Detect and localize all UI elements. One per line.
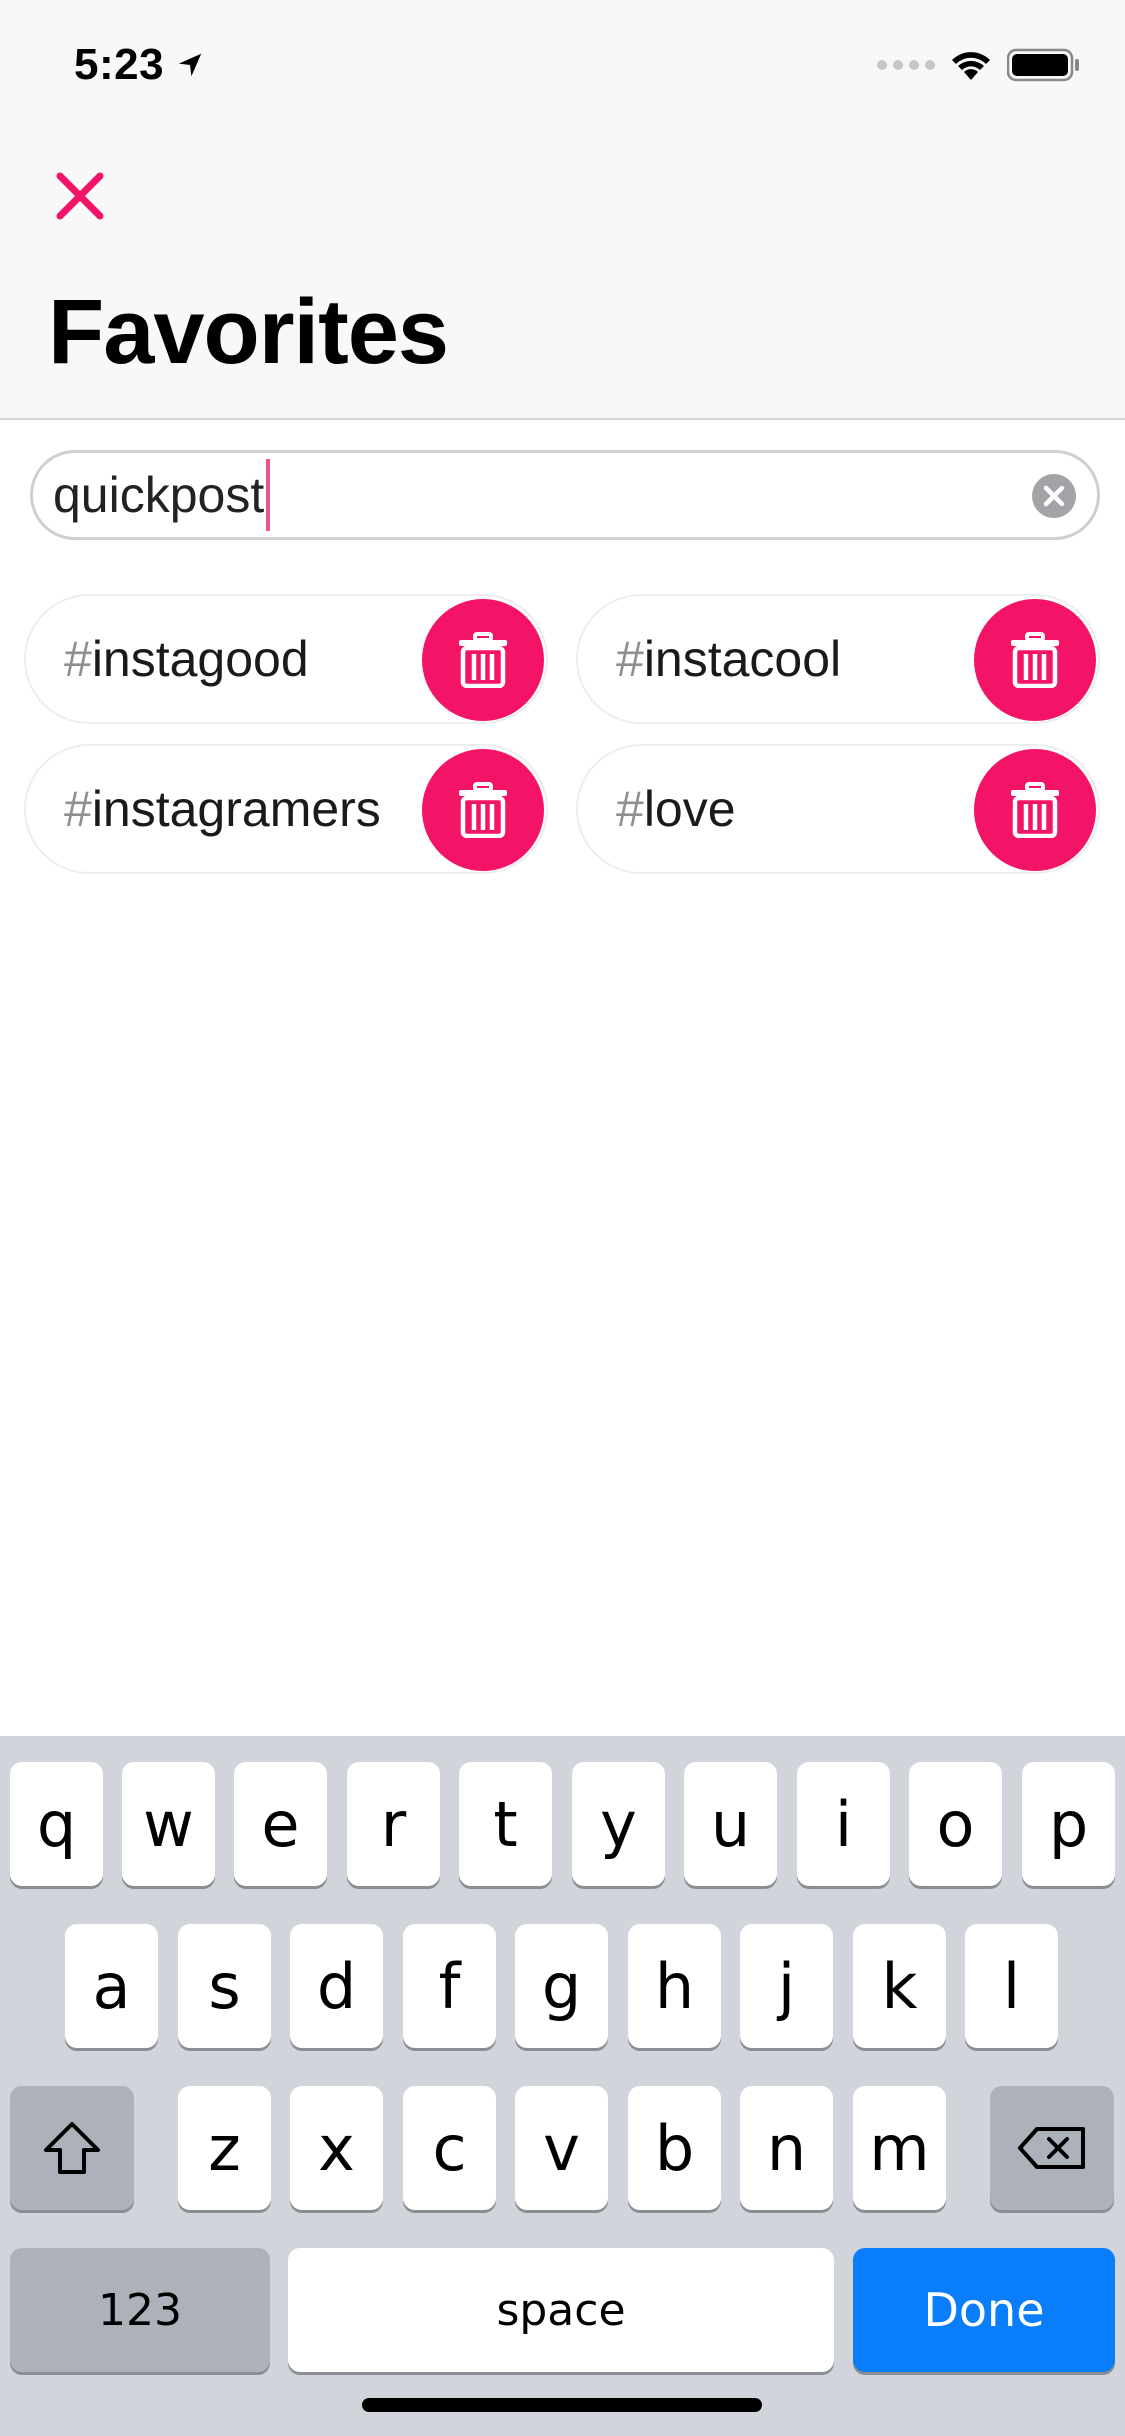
- numbers-key[interactable]: 123: [10, 2248, 270, 2372]
- key-h[interactable]: h: [628, 1924, 721, 2048]
- home-indicator: [362, 2398, 762, 2412]
- key-n[interactable]: n: [740, 2086, 833, 2210]
- tag-label: instagramers: [91, 781, 381, 837]
- space-key[interactable]: space: [288, 2248, 834, 2372]
- clear-search-icon[interactable]: [1031, 473, 1077, 519]
- key-l[interactable]: l: [965, 1924, 1058, 2048]
- trash-icon: [459, 782, 507, 838]
- hash-symbol: #: [64, 781, 92, 837]
- search-input[interactable]: quickpost: [30, 450, 1100, 540]
- key-t[interactable]: t: [459, 1762, 552, 1886]
- hash-symbol: #: [64, 631, 92, 687]
- shift-key[interactable]: [10, 2086, 134, 2210]
- close-icon[interactable]: [52, 168, 108, 224]
- key-k[interactable]: k: [853, 1924, 946, 2048]
- status-indicators: [877, 48, 1081, 82]
- key-o[interactable]: o: [909, 1762, 1002, 1886]
- trash-icon: [1011, 782, 1059, 838]
- done-key[interactable]: Done: [853, 2248, 1115, 2372]
- tag-label: love: [643, 781, 736, 837]
- hash-symbol: #: [616, 631, 644, 687]
- favorites-screen: 5:23 Favorites q ui c kpost # instagood # i…: [0, 0, 1125, 2436]
- status-time-text: 5:23: [74, 40, 165, 89]
- hash-symbol: #: [616, 781, 644, 837]
- shift-icon: [44, 2122, 100, 2174]
- backspace-key[interactable]: [990, 2086, 1114, 2210]
- tag-chip[interactable]: # instagramers: [24, 744, 548, 874]
- battery-icon: [1007, 48, 1079, 82]
- tag-label: instacool: [643, 631, 842, 687]
- key-j[interactable]: j: [740, 1924, 833, 2048]
- tag-chip[interactable]: # instagood: [24, 594, 548, 724]
- key-z[interactable]: z: [178, 2086, 271, 2210]
- key-w[interactable]: w: [122, 1762, 215, 1886]
- keyboard: q w e r t y u i o p a s d f g h j k l z …: [0, 1736, 1125, 2436]
- key-q[interactable]: q: [10, 1762, 103, 1886]
- key-y[interactable]: y: [572, 1762, 665, 1886]
- key-b[interactable]: b: [628, 2086, 721, 2210]
- delete-tag-button[interactable]: [974, 749, 1096, 871]
- key-c[interactable]: c: [403, 2086, 496, 2210]
- key-u[interactable]: u: [684, 1762, 777, 1886]
- delete-tag-button[interactable]: [974, 599, 1096, 721]
- key-a[interactable]: a: [65, 1924, 158, 2048]
- key-i[interactable]: i: [797, 1762, 890, 1886]
- trash-icon: [459, 632, 507, 688]
- text-cursor: [266, 459, 271, 531]
- header: 5:23 Favorites: [0, 0, 1125, 420]
- location-arrow-icon: [178, 53, 202, 77]
- delete-tag-button[interactable]: [422, 749, 544, 871]
- key-x[interactable]: x: [290, 2086, 383, 2210]
- key-g[interactable]: g: [515, 1924, 608, 2048]
- tag-label: instagood: [91, 631, 309, 687]
- status-time: 5:23: [74, 40, 204, 90]
- key-e[interactable]: e: [234, 1762, 327, 1886]
- key-v[interactable]: v: [515, 2086, 608, 2210]
- key-m[interactable]: m: [853, 2086, 946, 2210]
- wifi-icon: [952, 52, 990, 80]
- delete-tag-button[interactable]: [422, 599, 544, 721]
- key-r[interactable]: r: [347, 1762, 440, 1886]
- trash-icon: [1011, 632, 1059, 688]
- cellular-signal-icon: [877, 60, 935, 70]
- key-p[interactable]: p: [1022, 1762, 1115, 1886]
- search-input-value[interactable]: quickpost: [53, 466, 264, 524]
- tag-chip[interactable]: # instacool: [576, 594, 1100, 724]
- key-s[interactable]: s: [178, 1924, 271, 2048]
- tag-chip[interactable]: # love: [576, 744, 1100, 874]
- backspace-icon: [1018, 2127, 1085, 2169]
- key-d[interactable]: d: [290, 1924, 383, 2048]
- key-f[interactable]: f: [403, 1924, 496, 2048]
- page-title: Favorites: [48, 281, 449, 383]
